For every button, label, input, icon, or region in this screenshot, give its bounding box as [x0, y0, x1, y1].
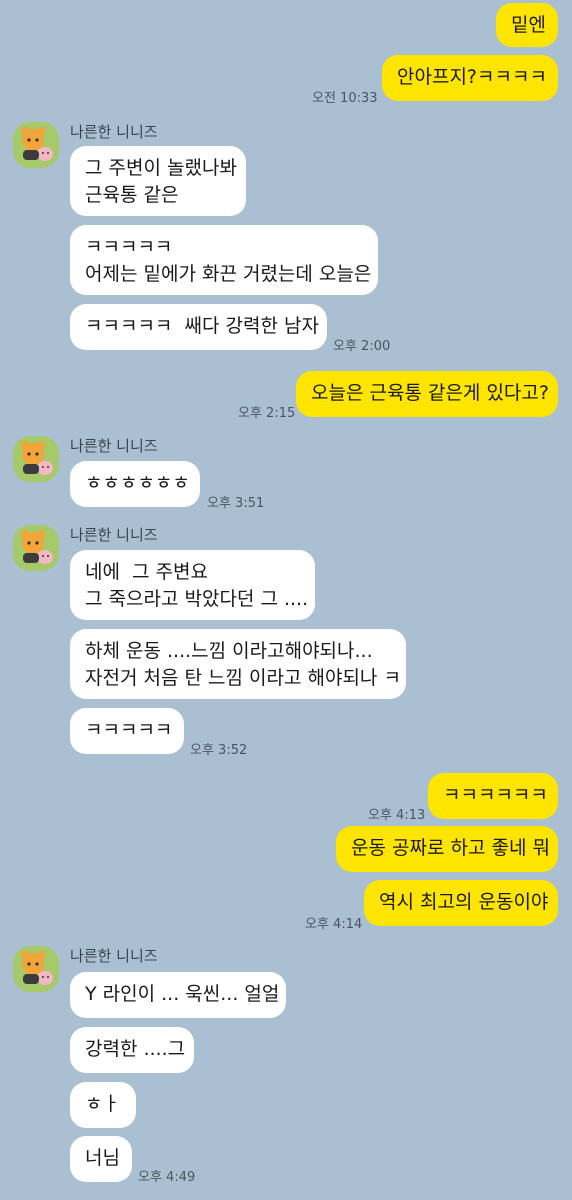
their-message-bubble[interactable]: 강력한 ....그	[70, 1027, 194, 1073]
my-message-bubble[interactable]: 밑엔	[496, 3, 558, 47]
my-message-bubble[interactable]: 오늘은 근육통 같은게 있다고?	[296, 371, 558, 417]
their-message-bubble[interactable]: ㅋㅋㅋㅋㅋ 어제는 밑에가 화끈 거렸는데 오늘은	[70, 225, 378, 295]
their-message-bubble[interactable]: 그 주변이 놀랬나봐 근육통 같은	[70, 146, 246, 216]
their-message-bubble[interactable]: ㅎㅎㅎㅎㅎㅎ	[70, 461, 200, 507]
my-message-bubble[interactable]: ㅋㅋㅋㅋㅋㅋ	[428, 773, 558, 819]
sender-name: 나른한 니니즈	[70, 123, 158, 141]
their-message-bubble[interactable]: Y 라인이 ... 욱씬... 얼얼	[70, 972, 286, 1018]
message-time: 오후 4:13	[368, 808, 426, 823]
message-time: 오후 3:51	[207, 496, 265, 511]
sender-name: 나른한 니니즈	[70, 526, 158, 544]
sender-name: 나른한 니니즈	[70, 437, 158, 455]
their-message-bubble[interactable]: 네에 그 주변요 그 죽으라고 박았다던 그 ....	[70, 550, 315, 620]
niniz-avatar-icon[interactable]	[13, 436, 59, 482]
niniz-avatar-icon[interactable]	[13, 122, 59, 168]
message-time: 오후 2:15	[238, 406, 296, 421]
their-message-bubble[interactable]: ㅋㅋㅋㅋㅋ 쌔다 강력한 남자	[70, 304, 327, 350]
my-message-bubble[interactable]: 안아프지?ㅋㅋㅋㅋ	[382, 55, 558, 101]
message-time: 오전 10:33	[312, 91, 378, 106]
their-message-bubble[interactable]: ㅋㅋㅋㅋㅋ	[70, 708, 184, 754]
niniz-avatar-icon[interactable]	[13, 525, 59, 571]
their-message-bubble[interactable]: ㅎㅏ	[70, 1082, 136, 1128]
my-message-bubble[interactable]: 운동 공짜로 하고 좋네 뭐	[336, 826, 558, 872]
message-time: 오후 2:00	[333, 339, 391, 354]
their-message-bubble[interactable]: 너님	[70, 1136, 132, 1182]
niniz-avatar-icon[interactable]	[13, 946, 59, 992]
message-time: 오후 3:52	[190, 743, 248, 758]
their-message-bubble[interactable]: 하체 운동 ....느낌 이라고해야되나... 자전거 처음 탄 느낌 이라고 …	[70, 629, 406, 699]
message-time: 오후 4:49	[138, 1170, 196, 1185]
my-message-bubble[interactable]: 역시 최고의 운동이야	[364, 880, 558, 926]
sender-name: 나른한 니니즈	[70, 947, 158, 965]
message-time: 오후 4:14	[305, 917, 363, 932]
